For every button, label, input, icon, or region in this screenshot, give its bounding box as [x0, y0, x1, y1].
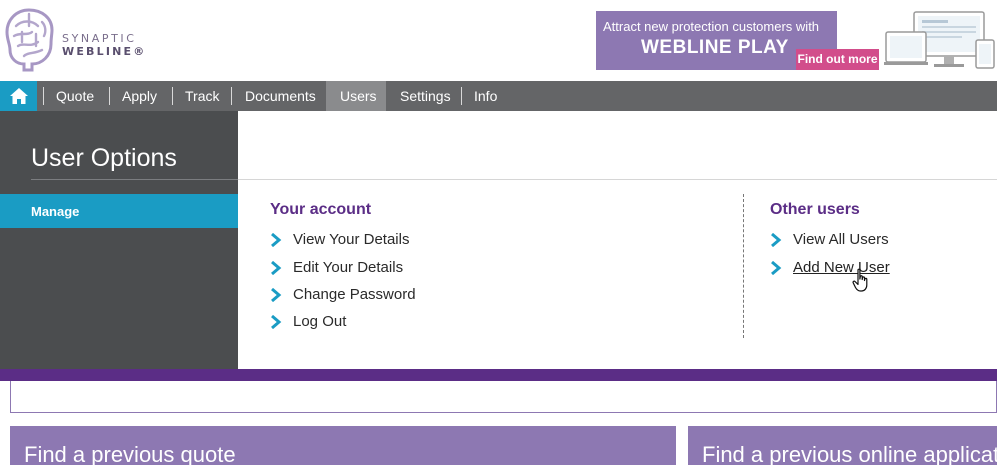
nav-divider — [172, 87, 173, 105]
logo-line1: SYNAPTIC — [62, 32, 137, 45]
find-out-more-button[interactable]: Find out more — [796, 49, 879, 70]
other-users-heading: Other users — [770, 201, 860, 218]
log-out-link[interactable]: Log Out — [270, 313, 470, 333]
nav-divider — [461, 87, 462, 105]
sidebar-item-label: Manage — [31, 204, 80, 219]
nav-divider — [231, 87, 232, 105]
brain-icon — [5, 8, 54, 72]
sidebar-item-manage[interactable]: Manage — [0, 194, 238, 228]
main-nav: Quote Apply Track Documents Users Settin… — [0, 81, 997, 111]
change-password-link[interactable]: Change Password — [270, 286, 470, 306]
page: SYNAPTIC WEBLINE® Attract new protection… — [0, 0, 997, 465]
link-label: View Your Details — [293, 231, 410, 248]
link-label: Add New User — [793, 259, 890, 276]
view-your-details-link[interactable]: View Your Details — [270, 231, 470, 251]
content-box — [10, 381, 997, 413]
ad-product: WEBLINE PLAY — [641, 37, 789, 58]
header: SYNAPTIC WEBLINE® Attract new protection… — [0, 0, 997, 81]
nav-item-settings[interactable]: Settings — [400, 81, 451, 111]
link-label: View All Users — [793, 231, 889, 248]
devices-icon — [884, 11, 995, 69]
nav-item-track[interactable]: Track — [185, 81, 219, 111]
ad-tagline: Attract new protection customers with — [603, 19, 820, 34]
chevron-right-icon — [771, 233, 782, 247]
nav-item-documents[interactable]: Documents — [245, 81, 316, 111]
chevron-right-icon — [271, 315, 282, 329]
chevron-right-icon — [771, 261, 782, 275]
nav-item-quote[interactable]: Quote — [56, 81, 94, 111]
nav-item-apply[interactable]: Apply — [122, 81, 157, 111]
column-divider — [743, 194, 744, 338]
logo-wordmark: SYNAPTIC WEBLINE® — [62, 33, 146, 57]
chevron-right-icon — [271, 233, 282, 247]
nav-item-info[interactable]: Info — [474, 81, 497, 111]
accent-band — [0, 369, 997, 381]
find-previous-application-card[interactable]: Find a previous online application — [688, 426, 997, 465]
link-label: Change Password — [293, 286, 416, 303]
your-account-heading: Your account — [270, 201, 372, 218]
link-label: Log Out — [293, 313, 347, 330]
nav-divider — [109, 87, 110, 105]
chevron-right-icon — [271, 261, 282, 275]
edit-your-details-link[interactable]: Edit Your Details — [270, 259, 470, 279]
hand-cursor-icon — [852, 268, 868, 292]
nav-divider — [43, 87, 44, 105]
chevron-right-icon — [271, 288, 282, 302]
logo-line2: WEBLINE® — [62, 45, 147, 58]
logo[interactable]: SYNAPTIC WEBLINE® — [2, 6, 152, 74]
title-divider — [31, 179, 238, 180]
nav-home-button[interactable] — [0, 81, 37, 111]
home-icon — [10, 88, 28, 104]
link-label: Edit Your Details — [293, 259, 404, 276]
nav-item-users[interactable]: Users — [326, 81, 386, 111]
view-all-users-link[interactable]: View All Users — [770, 231, 970, 251]
card-title: Find a previous online application — [702, 442, 997, 465]
card-title: Find a previous quote — [24, 442, 236, 465]
find-previous-quote-card[interactable]: Find a previous quote — [10, 426, 676, 465]
user-options-title: User Options — [31, 144, 177, 172]
panel-divider — [238, 179, 997, 180]
